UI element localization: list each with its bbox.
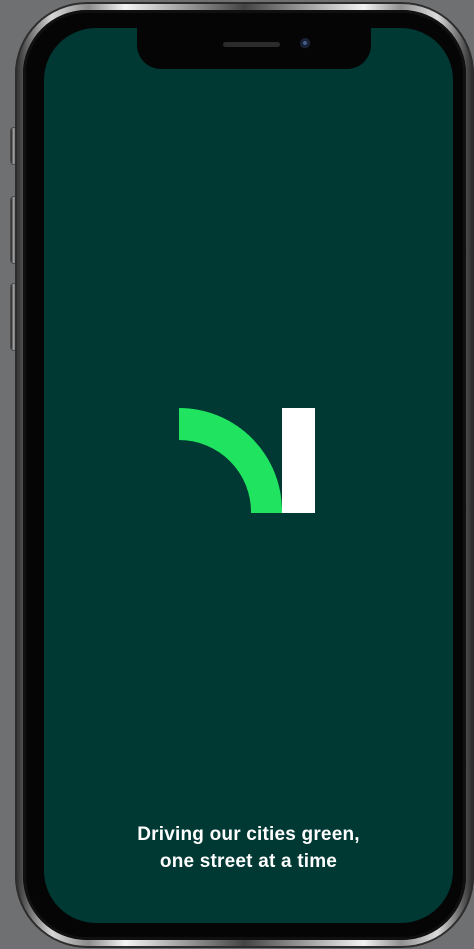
app-logo <box>179 408 315 513</box>
splash-tagline: Driving our cities green, one street at … <box>44 821 453 875</box>
tagline-line-2: one street at a time <box>159 851 338 872</box>
splash-screen: Driving our cities green, one street at … <box>44 28 453 923</box>
white-bar-logo-shape <box>282 408 315 513</box>
phone-bezel: Driving our cities green, one street at … <box>23 10 466 940</box>
tagline-line-1: Driving our cities green, <box>137 824 360 845</box>
camera-lens-icon <box>300 38 311 49</box>
app-screenshot: Driving our cities green, one street at … <box>0 0 474 949</box>
phone-frame: Driving our cities green, one street at … <box>15 2 474 948</box>
notch <box>137 28 371 69</box>
speaker-grille <box>223 42 280 47</box>
green-arc-logo-shape <box>179 408 283 513</box>
